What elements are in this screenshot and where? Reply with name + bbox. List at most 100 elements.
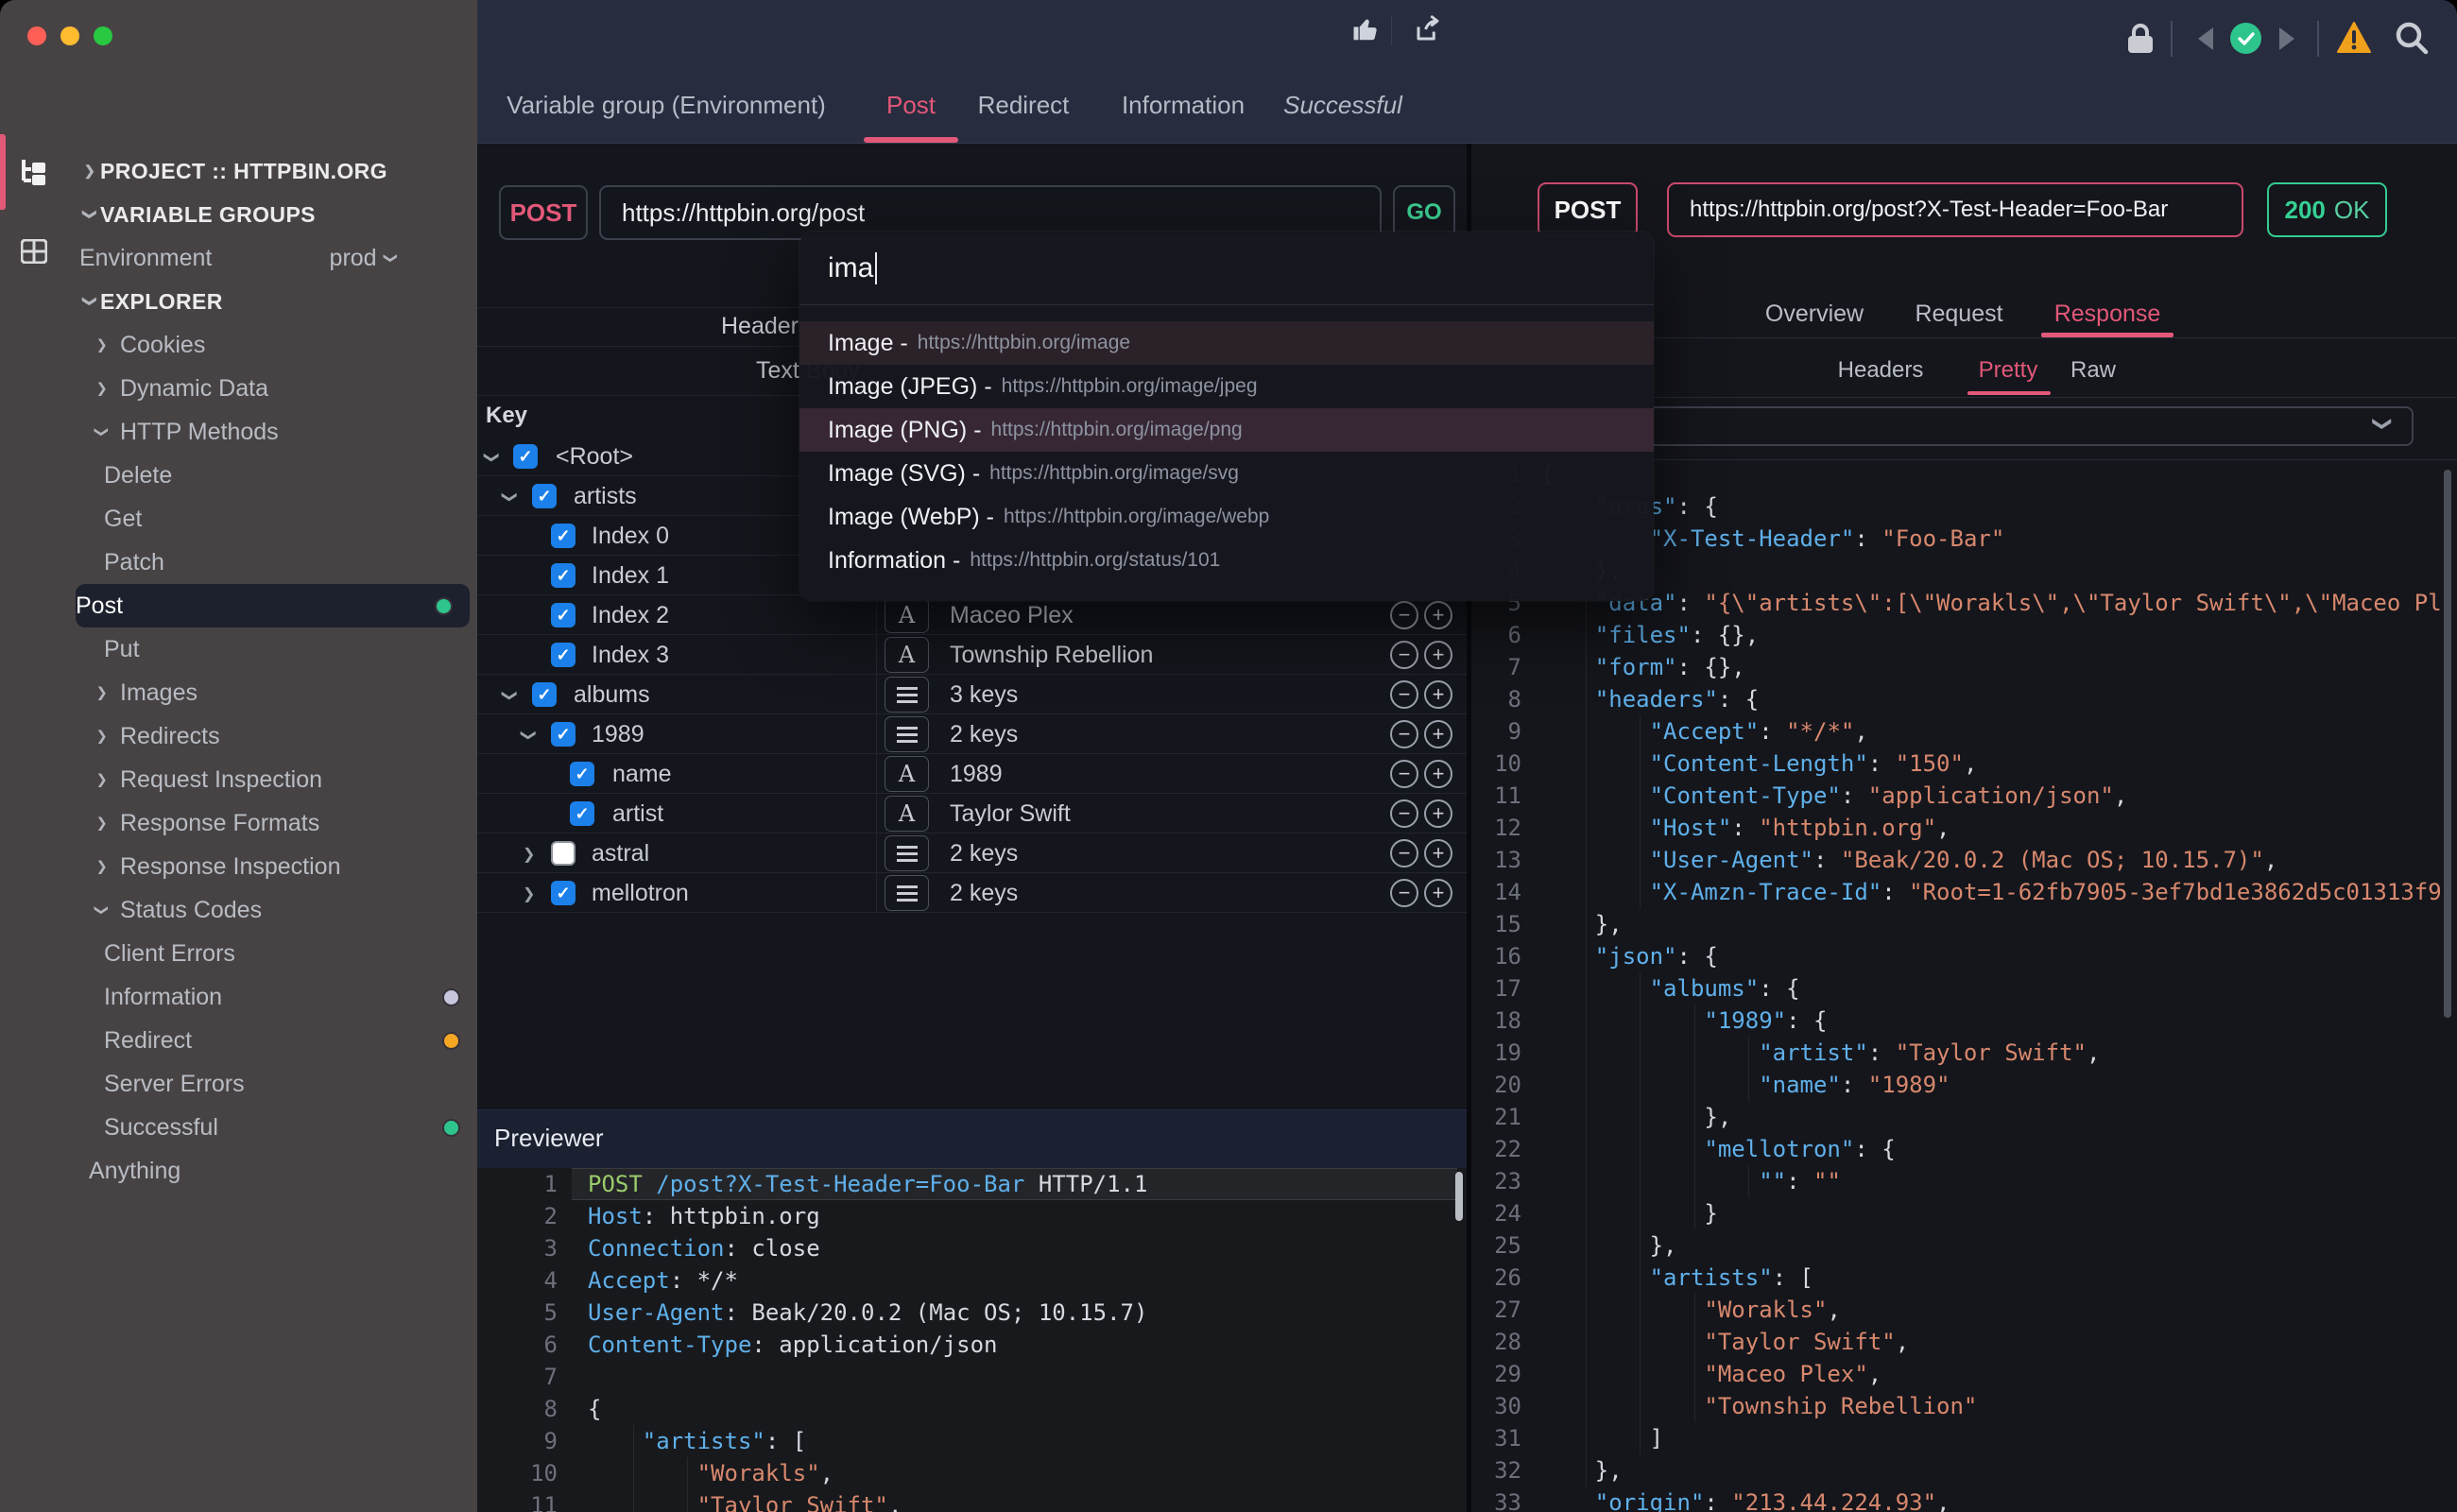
chevron-right-icon[interactable]: ❯ [84,163,95,180]
remove-row-button[interactable]: − [1390,720,1418,748]
tab-successful[interactable]: Successful [1283,91,1402,120]
sidebar-item-environment[interactable]: Environmentprod❯ [0,236,477,280]
tree-checkbox[interactable]: ✓ [551,881,576,905]
environment-value[interactable]: prod❯ [330,245,397,272]
minimize-window-button[interactable] [60,26,79,45]
remove-row-button[interactable]: − [1390,839,1418,868]
remove-row-button[interactable]: − [1390,760,1418,788]
tree-value[interactable]: 1989 [950,761,1003,788]
sidebar-item-delete[interactable]: Delete [0,454,477,497]
sidebar-item-client-errors[interactable]: Client Errors [0,932,477,975]
chevron-down-icon[interactable]: ❯ [501,490,520,503]
type-string-icon[interactable]: A [885,756,929,792]
zoom-window-button[interactable] [94,26,112,45]
history-forward-icon[interactable] [2279,27,2294,50]
tree-key-label[interactable]: albums [574,681,650,709]
tree-key-label[interactable]: artists [574,483,637,510]
type-object-icon[interactable] [885,875,929,911]
request-success-check-icon[interactable] [2230,23,2261,54]
add-row-button[interactable]: + [1424,641,1452,669]
remove-row-button[interactable]: − [1390,641,1418,669]
tree-value[interactable]: 2 keys [950,840,1018,868]
sidebar-item-response-formats[interactable]: ❯Response Formats [0,801,477,845]
sidebar-item-post[interactable]: Post [76,584,470,627]
tree-key-label[interactable]: name [612,761,672,788]
sidebar-item-information[interactable]: Information [0,975,477,1019]
tree-row-mellotron[interactable]: ❯✓mellotron2 keys−+ [477,873,1467,913]
tree-checkbox[interactable]: ✓ [551,563,576,588]
sidebar-item-cookies[interactable]: ❯Cookies [0,323,477,367]
tree-key-label[interactable]: Index 1 [592,562,669,590]
tab-redirect[interactable]: Redirect [978,91,1070,120]
tree-row-1989[interactable]: ❯✓19892 keys−+ [477,714,1467,754]
chevron-right-icon[interactable]: ❯ [96,728,108,745]
sidebar-item-redirects[interactable]: ❯Redirects [0,714,477,758]
autocomplete-search-input[interactable]: ima [828,232,877,304]
sidebar-item-variable-groups[interactable]: ❯VARIABLE GROUPS [0,193,477,236]
tree-value[interactable]: Maceo Plex [950,602,1074,629]
remove-row-button[interactable]: − [1390,879,1418,907]
lock-icon[interactable] [2126,23,2155,55]
tree-key-label[interactable]: <Root> [556,443,633,471]
sidebar-item-project-httpbin-org[interactable]: ❯PROJECT :: HTTPBIN.ORG [0,149,477,193]
add-row-button[interactable]: + [1424,680,1452,709]
tree-key-label[interactable]: artist [612,800,663,828]
type-object-icon[interactable] [885,835,929,871]
tree-key-label[interactable]: Index 0 [592,523,669,550]
remove-row-button[interactable]: − [1390,601,1418,629]
tree-value[interactable]: 3 keys [950,681,1018,709]
sidebar-item-status-codes[interactable]: ❯Status Codes [0,888,477,932]
tree-checkbox[interactable]: ✓ [551,643,576,667]
type-object-icon[interactable] [885,677,929,713]
chevron-right-icon[interactable]: ❯ [96,771,108,788]
remove-row-button[interactable]: − [1390,680,1418,709]
sidebar-item-server-errors[interactable]: Server Errors [0,1062,477,1106]
chevron-right-icon[interactable]: ❯ [96,815,108,832]
sidebar-item-anything[interactable]: Anything [0,1149,477,1193]
response-subtab-headers[interactable]: Headers [1838,357,1924,384]
add-row-button[interactable]: + [1424,760,1452,788]
tree-key-label[interactable]: mellotron [592,880,689,907]
tab-post[interactable]: Post [886,91,936,120]
tree-checkbox[interactable]: ✓ [551,524,576,548]
tree-checkbox[interactable]: ✓ [513,444,538,469]
tree-key-label[interactable]: astral [592,840,649,868]
chevron-down-icon[interactable]: ❯ [81,209,98,220]
sidebar-item-successful[interactable]: Successful [0,1106,477,1149]
tree-key-label[interactable]: Index 3 [592,642,669,669]
tree-row-astral[interactable]: ❯astral2 keys−+ [477,833,1467,873]
tree-checkbox[interactable]: ✓ [570,801,594,826]
autocomplete-item-image-webp-[interactable]: Image (WebP) - https://httpbin.org/image… [799,495,1654,539]
tree-checkbox[interactable]: ✓ [551,722,576,747]
chevron-down-icon[interactable]: ❯ [483,451,502,463]
response-tab-request[interactable]: Request [1915,301,2002,328]
sidebar-item-redirect[interactable]: Redirect [0,1019,477,1062]
autocomplete-item-image-svg-[interactable]: Image (SVG) - https://httpbin.org/image/… [799,452,1654,495]
add-row-button[interactable]: + [1424,720,1452,748]
add-row-button[interactable]: + [1424,839,1452,868]
tree-value[interactable]: 2 keys [950,721,1018,748]
sidebar-item-patch[interactable]: Patch [0,541,477,584]
previewer-scrollbar[interactable] [1455,1172,1463,1221]
sidebar-item-dynamic-data[interactable]: ❯Dynamic Data [0,367,477,410]
chevron-down-icon[interactable]: ❯ [501,689,520,701]
chevron-down-icon[interactable]: ❯ [94,904,111,916]
export-icon[interactable] [1414,15,1442,43]
sidebar-item-request-inspection[interactable]: ❯Request Inspection [0,758,477,801]
tab-variable-group-environment-[interactable]: Variable group (Environment) [507,91,826,120]
chevron-down-icon[interactable]: ❯ [520,729,539,741]
tree-checkbox[interactable]: ✓ [570,762,594,786]
response-tab-overview[interactable]: Overview [1765,301,1864,328]
add-row-button[interactable]: + [1424,799,1452,828]
tab-information[interactable]: Information [1122,91,1245,120]
autocomplete-item-image[interactable]: Image - https://httpbin.org/image [799,321,1654,365]
response-subtab-raw[interactable]: Raw [2070,357,2116,384]
add-row-button[interactable]: + [1424,601,1452,629]
response-url[interactable]: https://httpbin.org/post?X-Test-Header=F… [1667,182,2243,237]
response-tab-response[interactable]: Response [2054,301,2161,328]
tree-value[interactable]: 2 keys [950,880,1018,907]
type-string-icon[interactable]: A [885,637,929,673]
sidebar-item-get[interactable]: Get [0,497,477,541]
tree-value[interactable]: Township Rebellion [950,642,1153,669]
chevron-down-icon[interactable]: ❯ [94,426,111,438]
